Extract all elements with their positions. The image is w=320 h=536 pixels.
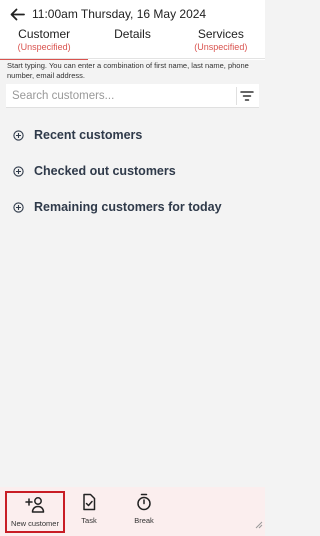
page-title: 11:00am Thursday, 16 May 2024 xyxy=(32,7,207,21)
tab-label: Details xyxy=(114,27,151,41)
divider xyxy=(0,58,265,59)
break-button[interactable]: Break xyxy=(129,493,159,531)
header: 11:00am Thursday, 16 May 2024 xyxy=(8,4,206,24)
tab-bar: Customer (Unspecified) Details Services … xyxy=(0,25,265,60)
tab-label: Services xyxy=(197,27,244,41)
button-label: Break xyxy=(134,516,154,525)
tab-status: (Unspecified) xyxy=(17,42,71,52)
plus-circle-icon xyxy=(13,201,24,213)
new-customer-button[interactable]: New customer xyxy=(5,491,65,533)
bottom-action-bar: New customer Task Break xyxy=(0,487,265,536)
top-bar: 11:00am Thursday, 16 May 2024 Customer (… xyxy=(0,0,265,60)
button-label: New customer xyxy=(11,519,59,528)
section-checked-out-customers[interactable]: Checked out customers xyxy=(13,162,176,180)
plus-circle-icon xyxy=(13,129,24,141)
plus-circle-icon xyxy=(13,165,24,177)
arrow-left-icon[interactable] xyxy=(8,5,26,23)
tab-status: (Unspecified) xyxy=(194,42,248,52)
tab-customer[interactable]: Customer (Unspecified) xyxy=(0,25,89,60)
tab-label: Customer xyxy=(18,27,71,41)
section-remaining-customers[interactable]: Remaining customers for today xyxy=(13,198,222,216)
task-icon xyxy=(74,493,104,513)
stopwatch-icon xyxy=(129,493,159,513)
task-button[interactable]: Task xyxy=(74,493,104,531)
section-recent-customers[interactable]: Recent customers xyxy=(13,126,142,144)
button-label: Task xyxy=(81,516,97,525)
tab-services[interactable]: Services (Unspecified) xyxy=(177,25,265,58)
search-input[interactable] xyxy=(6,84,236,107)
resize-handle-icon xyxy=(255,516,263,534)
section-title: Remaining customers for today xyxy=(34,200,222,214)
section-title: Recent customers xyxy=(34,128,143,142)
search-bar xyxy=(6,84,259,108)
tab-details[interactable]: Details xyxy=(88,25,176,58)
filter-icon[interactable] xyxy=(237,86,257,106)
section-title: Checked out customers xyxy=(34,164,176,178)
search-hint: Start typing. You can enter a combinatio… xyxy=(7,61,249,80)
add-person-icon xyxy=(7,496,63,516)
